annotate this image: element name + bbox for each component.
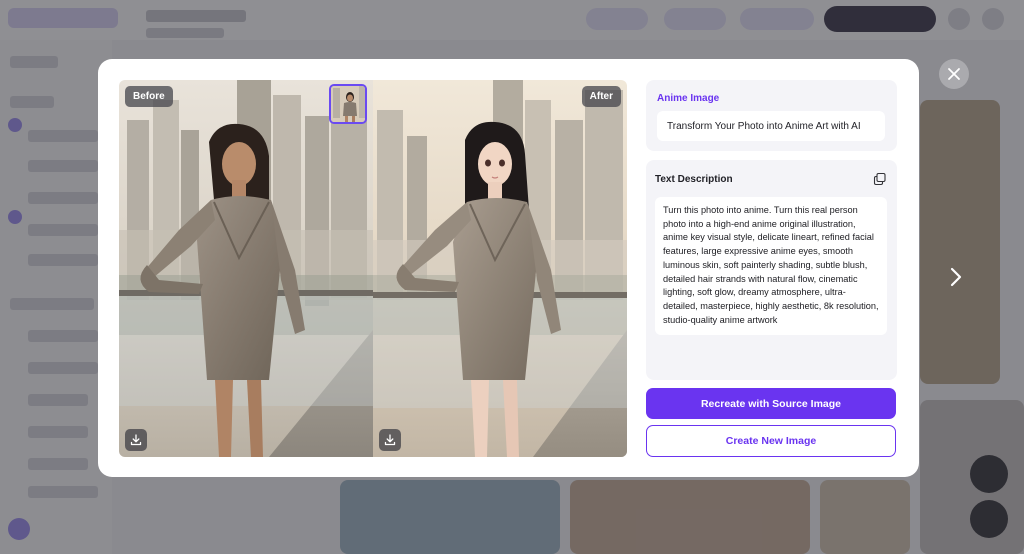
before-tag: Before bbox=[125, 86, 173, 107]
recreate-with-source-button[interactable]: Recreate with Source Image bbox=[646, 388, 896, 419]
before-image: Before bbox=[119, 80, 373, 457]
chevron-right-icon bbox=[950, 267, 962, 287]
thumbnail-image bbox=[331, 86, 365, 122]
after-tag: After bbox=[581, 86, 621, 107]
image-type-label: Anime Image bbox=[657, 93, 720, 104]
next-image-button[interactable] bbox=[944, 262, 968, 292]
copy-description-button[interactable] bbox=[873, 172, 887, 186]
after-photo bbox=[373, 80, 627, 457]
source-thumbnail[interactable] bbox=[329, 84, 367, 124]
image-type-card: Anime Image Transform Your Photo into An… bbox=[646, 80, 897, 151]
download-icon bbox=[130, 434, 142, 446]
floating-button bbox=[970, 455, 1008, 493]
text-description-label: Text Description bbox=[655, 174, 733, 185]
download-icon bbox=[384, 434, 396, 446]
image-detail-modal: Before After Anime Image Transform Your … bbox=[98, 59, 919, 477]
before-photo bbox=[119, 80, 373, 457]
create-new-image-button[interactable]: Create New Image bbox=[646, 425, 896, 457]
close-button[interactable] bbox=[939, 59, 969, 89]
text-description-card: Text Description Turn this photo into an… bbox=[646, 160, 897, 380]
text-description-content: Turn this photo into anime. Turn this re… bbox=[655, 197, 887, 335]
after-image: After bbox=[373, 80, 627, 457]
details-panel: Anime Image Transform Your Photo into An… bbox=[646, 80, 897, 457]
floating-button bbox=[970, 500, 1008, 538]
download-before-button[interactable] bbox=[125, 429, 147, 451]
download-after-button[interactable] bbox=[379, 429, 401, 451]
copy-icon bbox=[873, 172, 886, 186]
image-type-title: Transform Your Photo into Anime Art with… bbox=[657, 111, 885, 141]
close-icon bbox=[948, 68, 960, 80]
